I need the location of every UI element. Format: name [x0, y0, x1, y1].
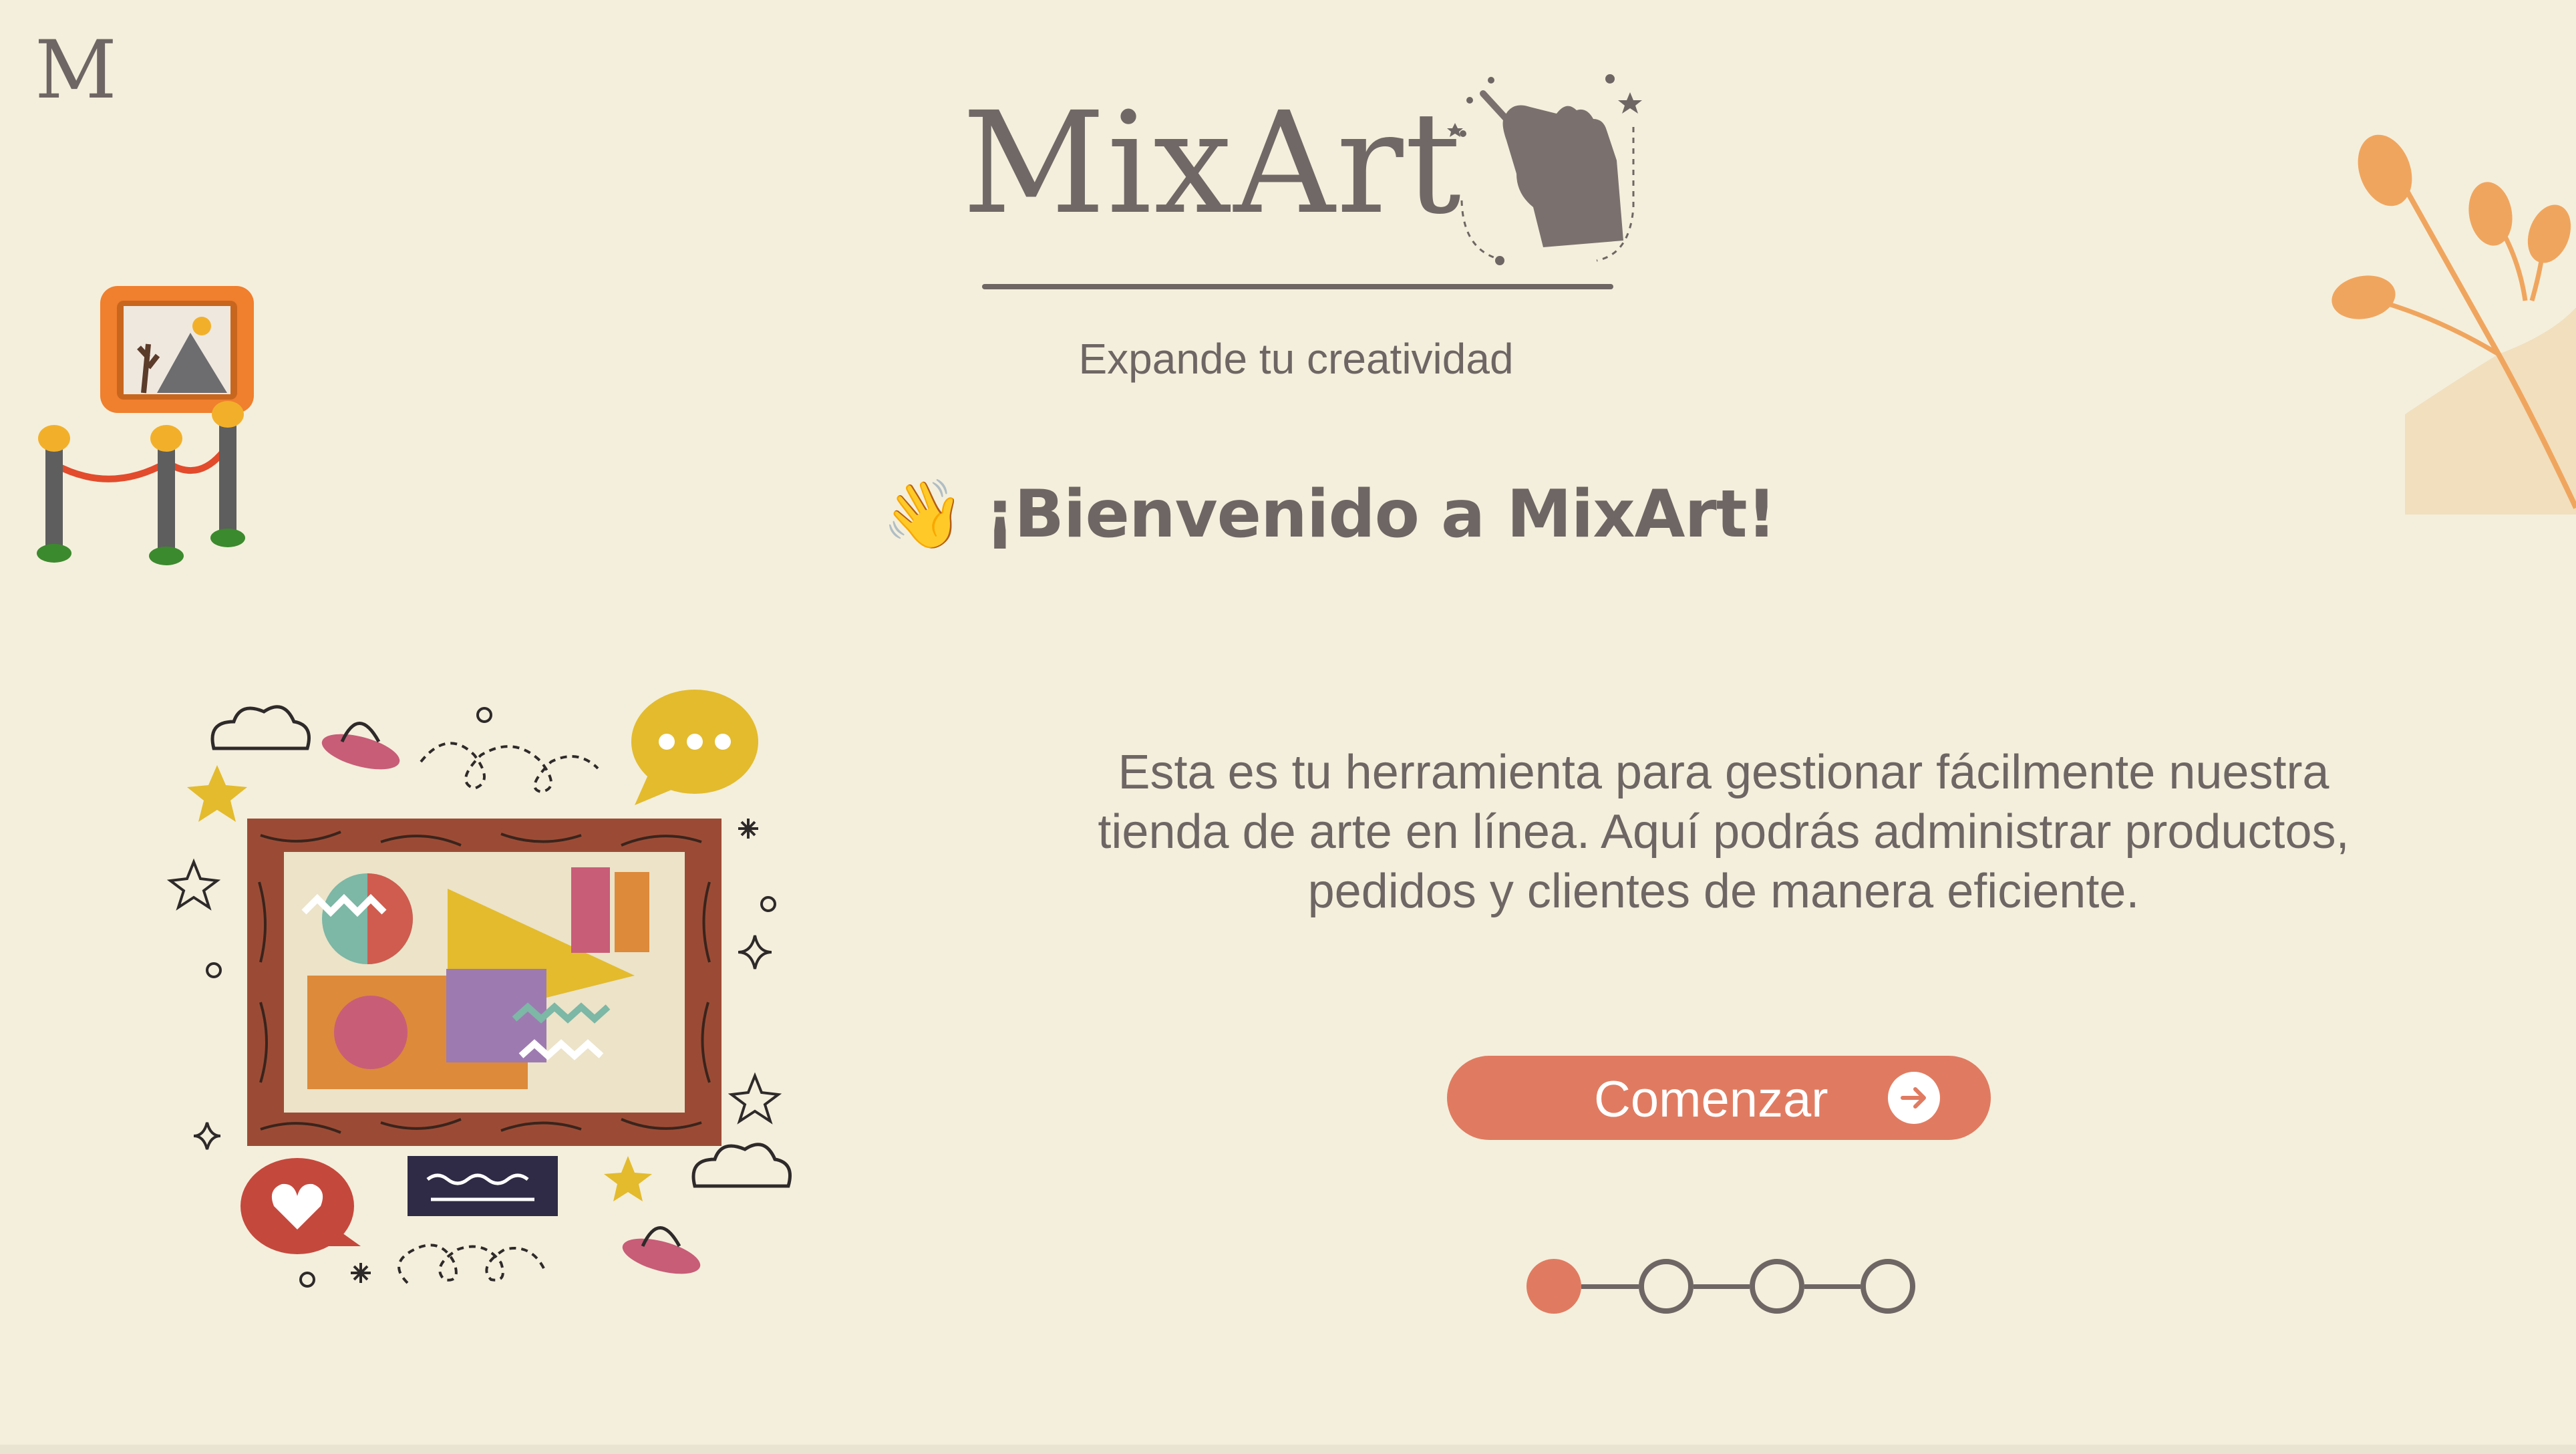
step-connector [1694, 1284, 1750, 1289]
step-3-dot[interactable] [1750, 1259, 1804, 1314]
corner-logo: M [35, 24, 117, 117]
art-collage-illustration [167, 690, 792, 1288]
welcome-heading: 👋 ¡Bienvenido a MixArt! [882, 468, 1776, 561]
step-4-dot[interactable] [1861, 1259, 1915, 1314]
brand-title: MixArt [962, 82, 1463, 245]
hand-drawing-icon [1447, 74, 1642, 265]
orange-branch-icon [2331, 134, 2576, 515]
bottom-edge [0, 1445, 2576, 1454]
waving-hand-icon: 👋 [882, 475, 965, 553]
description-line: pedidos y clientes de manera eficiente. [1307, 865, 2140, 918]
description-line: tienda de arte en línea. Aquí podrás adm… [1098, 805, 2350, 859]
welcome-title: ¡Bienvenido a MixArt! [985, 476, 1777, 553]
step-2-dot[interactable] [1639, 1259, 1694, 1314]
arrow-right-circle-icon [1888, 1072, 1940, 1124]
start-button-label: Comenzar [1594, 1071, 1828, 1128]
step-connector [1581, 1284, 1639, 1289]
description: Esta es tu herramienta para gestionar fá… [989, 743, 2458, 921]
brand-underline [982, 284, 1613, 289]
tagline: Expande tu creatividad [1078, 335, 1514, 383]
start-button[interactable]: Comenzar [1447, 1056, 1991, 1140]
onboarding-stepper [1526, 1256, 1917, 1316]
description-line: Esta es tu herramienta para gestionar fá… [1118, 746, 2329, 799]
museum-frame-icon [37, 286, 254, 565]
brand-header: MixArt [949, 53, 1683, 289]
step-1-dot[interactable] [1526, 1259, 1581, 1314]
step-connector [1804, 1284, 1861, 1289]
welcome-screen: M MixArt Expande tu creatividad 👋 ¡Bienv… [0, 0, 2576, 1454]
